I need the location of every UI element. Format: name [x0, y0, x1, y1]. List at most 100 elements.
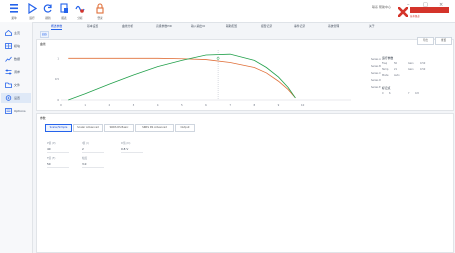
- logo-bar: [410, 7, 449, 13]
- toolbar: 菜单 运行 刷新 报表 分析 登录 联系 帮助中心 – □ × 技术频道: [0, 0, 455, 23]
- mode-button-scalar-advanced[interactable]: Scalar Advanced: [73, 124, 103, 132]
- sidebar-item-label: 文件: [14, 83, 21, 87]
- tab-basic[interactable]: 基本设置: [87, 23, 98, 29]
- legend-item: Series C: [371, 72, 381, 75]
- field-label-f: F值 (F): [47, 157, 56, 160]
- menu-icon: [10, 4, 18, 13]
- chart-icon: [5, 56, 12, 62]
- field-label-d: D值 (D): [121, 142, 131, 145]
- toolbar-refresh-button[interactable]: 刷新: [40, 2, 56, 21]
- sidebar-item-data[interactable]: 数据: [1, 54, 31, 64]
- curve-panel-title: 曲线: [40, 42, 46, 46]
- toolbar-analysis-button[interactable]: 分析: [72, 2, 88, 21]
- marker-value: 6: [389, 92, 391, 95]
- field-divider: [82, 152, 104, 153]
- y-tick-label: 0.5: [55, 77, 59, 81]
- legend-item: Series A: [371, 58, 381, 61]
- tab-aux[interactable]: 辅助配置: [226, 23, 237, 29]
- tab-bar: 概述参数 基本设置 曲线分析 高级参数PID 输入输出IO 辅助配置 报警记录 …: [36, 23, 453, 30]
- field-value-p[interactable]: 40: [47, 147, 51, 151]
- marker-key: X: [382, 92, 384, 95]
- tab-system[interactable]: 系统管理: [328, 23, 339, 29]
- sidebar-item-options[interactable]: Options: [1, 106, 31, 116]
- sidebar-item-settings[interactable]: 设置: [1, 93, 31, 103]
- folder-icon: [5, 82, 12, 88]
- tab-overview[interactable]: 概述参数: [51, 23, 63, 30]
- sidebar-item-files[interactable]: 文件: [1, 80, 31, 90]
- legend-item: Series B: [371, 65, 381, 68]
- info-value: Auto: [394, 74, 400, 77]
- params-panel-title: 参数: [40, 116, 46, 120]
- field-divider: [47, 167, 69, 168]
- x-tick-label: 6: [205, 103, 207, 107]
- mode-button-srrs-advanced[interactable]: SRRS RS Advanced: [135, 124, 174, 132]
- status-text: 联系 帮助中心: [372, 5, 391, 9]
- marker-key: Y: [408, 92, 410, 95]
- mode-button-scalar-simple[interactable]: Scalar/Simple: [45, 124, 72, 132]
- y-tick-label: 1: [57, 56, 59, 60]
- sidebar-item-home[interactable]: 主页: [1, 28, 31, 38]
- sidebar: 主页 模块 数据 调参 文件 设置 Options: [0, 22, 33, 253]
- info-value: 21: [394, 68, 398, 71]
- sidebar-item-label: Options: [14, 109, 26, 113]
- sidebar-item-label: 调参: [14, 70, 21, 74]
- field-value-d[interactable]: 0.8 V: [121, 147, 128, 151]
- sidebar-item-tuning[interactable]: 调参: [1, 67, 31, 77]
- field-value-amplitude[interactable]: 3.0: [82, 162, 86, 166]
- tab-alarm[interactable]: 报警记录: [261, 23, 272, 29]
- x-tick-label: 7: [229, 103, 231, 107]
- info-key: Gain: [408, 62, 414, 65]
- field-label-p: P值 (P): [47, 142, 56, 145]
- field-value-f[interactable]: 50: [47, 162, 51, 166]
- field-divider: [121, 152, 143, 153]
- field-label-amplitude: 幅度: [82, 157, 88, 160]
- x-tick-label: 8: [254, 103, 256, 107]
- marker-value: 0.8: [415, 92, 419, 95]
- toolbar-label: 登录: [97, 17, 103, 20]
- toolbar-run-button[interactable]: 运行: [24, 2, 40, 21]
- y-tick-label: 0: [57, 98, 59, 102]
- tab-event[interactable]: 事件记录: [294, 23, 305, 29]
- toolbar-menu-button[interactable]: 菜单: [6, 2, 22, 21]
- curve-chart: 0 1 2 3 4 5 6 7 8 9 10 1 0.5 0: [55, 50, 351, 107]
- toolbar-label: 报表: [61, 17, 67, 20]
- wave-icon: [75, 5, 85, 13]
- info-value: 0.50: [420, 68, 426, 71]
- mode-button-output[interactable]: Output: [175, 124, 195, 132]
- company-logo: 技术频道: [397, 6, 450, 18]
- export-button[interactable]: 导出: [417, 37, 434, 45]
- x-tick-label: 4: [157, 103, 159, 107]
- params-panel: 参数 Scalar/Simple Scalar Advanced SRRS RS…: [36, 113, 454, 253]
- toolbar-login-button[interactable]: 登录: [92, 2, 108, 21]
- toolbar-report-button[interactable]: 报表: [56, 2, 72, 21]
- sidebar-item-modules[interactable]: 模块: [1, 41, 31, 51]
- refresh-icon: [43, 4, 52, 13]
- x-tick-label: 2: [109, 103, 111, 107]
- x-tick-label: 9: [278, 103, 280, 107]
- logo-mark-icon: [397, 6, 409, 18]
- toolbar-label: 刷新: [45, 17, 51, 20]
- logo-text: 技术频道: [410, 15, 420, 18]
- legend-item: Series E: [371, 86, 381, 89]
- legend-item: Series D: [371, 79, 381, 82]
- grid-icon: [5, 43, 12, 49]
- home-icon: [5, 30, 12, 36]
- document-icon: [60, 3, 68, 13]
- info-key: Freq: [382, 62, 388, 65]
- tab-pid[interactable]: 高级参数PID: [156, 23, 172, 29]
- field-value-i[interactable]: 2: [82, 147, 84, 151]
- reset-button[interactable]: 重置: [435, 37, 452, 45]
- marker-point: [216, 56, 220, 60]
- sidebar-item-label: 设置: [14, 96, 21, 100]
- info-key: Mode: [382, 74, 389, 77]
- tab-curve[interactable]: 曲线分析: [122, 23, 133, 29]
- mode-button-srrs-basic[interactable]: SRRS RS Basic: [104, 124, 134, 132]
- series-line-2: [68, 53, 296, 101]
- info-key: Temp: [382, 68, 389, 71]
- tab-io[interactable]: 输入输出IO: [191, 23, 205, 29]
- field-divider: [82, 167, 104, 168]
- toolbar-label: 分析: [77, 17, 83, 20]
- sub-chip[interactable]: 曲线: [40, 31, 49, 38]
- sidebar-item-label: 数据: [14, 57, 21, 61]
- tab-about[interactable]: 关于: [369, 23, 375, 29]
